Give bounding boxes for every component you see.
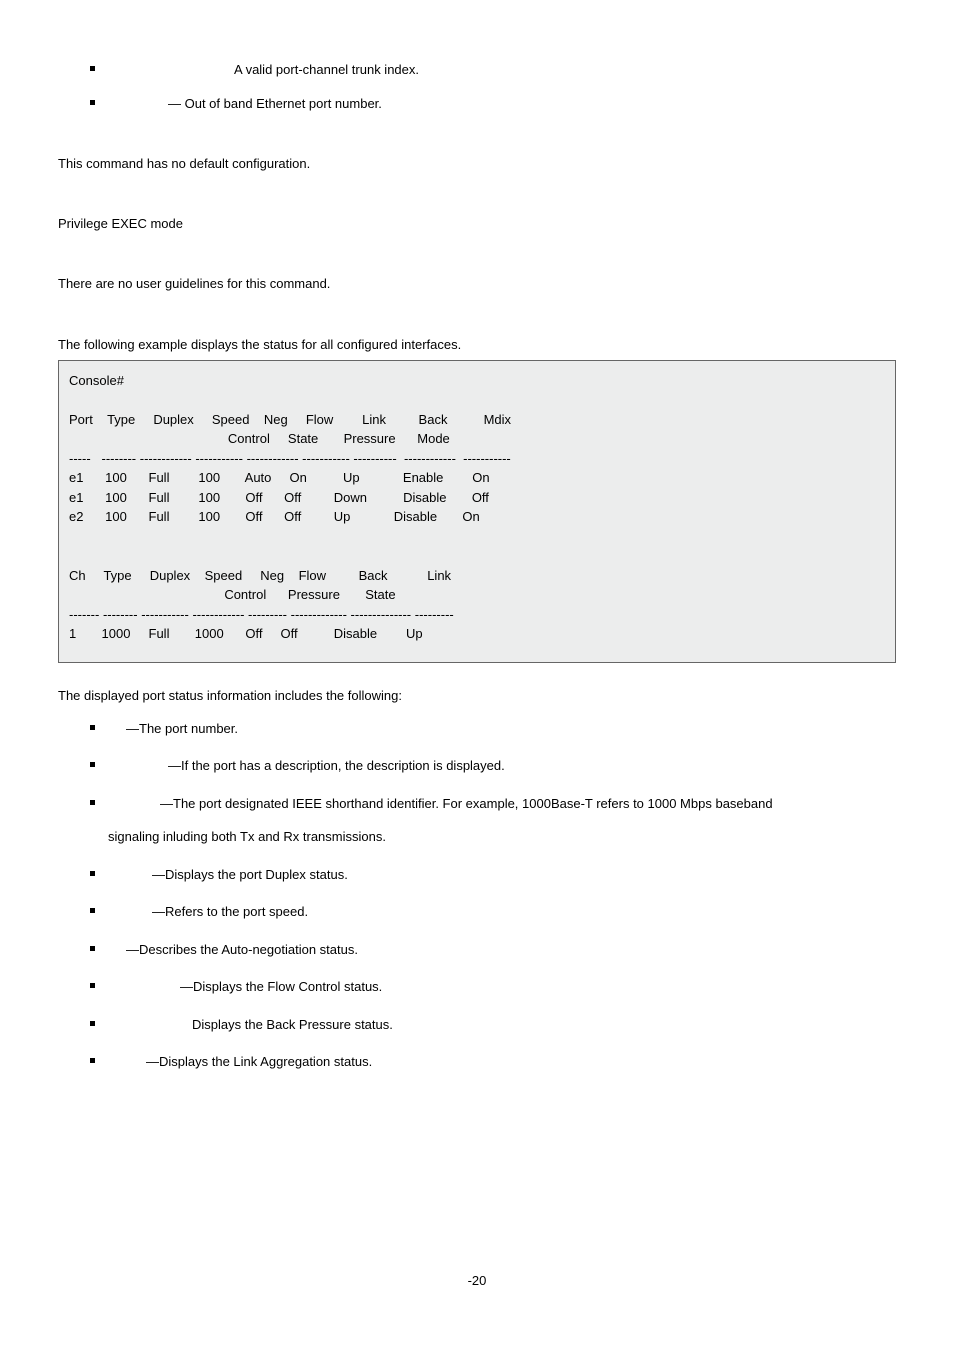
list-item-text: —Displays the Flow Control status. [108,977,896,997]
list-item-text: Displays the Back Pressure status. [108,1015,896,1035]
list-item: —Refers to the port speed. [108,902,896,922]
list-item-text: — Out of band Ethernet port number. [108,94,896,114]
list-item-text: —The port designated IEEE shorthand iden… [108,794,896,814]
default-configuration-section: This command has no default configuratio… [58,155,896,173]
list-item: Displays the Back Pressure status. [108,1015,896,1035]
list-item-text: —Displays the port Duplex status. [108,865,896,885]
list-item: —Displays the Link Aggregation status. [108,1052,896,1072]
list-item: —The port number. [108,719,896,739]
body-text: There are no user guidelines for this co… [58,275,896,293]
list-item: —The port designated IEEE shorthand iden… [108,794,896,847]
list-item-continuation: signaling inluding both Tx and Rx transm… [108,827,896,847]
page-number: -20 [58,1272,896,1290]
list-item-text: A valid port-channel trunk index. [108,60,896,80]
list-item: —Describes the Auto-negotiation status. [108,940,896,960]
list-item: —Displays the port Duplex status. [108,865,896,885]
list-item: — Out of band Ethernet port number. [108,94,896,114]
list-item-text: —The port number. [108,719,896,739]
list-item-text: —Refers to the port speed. [108,902,896,922]
list-item: A valid port-channel trunk index. [108,60,896,80]
field-descriptions-list: —The port number. —If the port has a des… [58,719,896,1072]
console-prompt: Console# [69,373,124,388]
list-item: —If the port has a description, the desc… [108,756,896,776]
example-intro: The following example displays the statu… [58,336,896,354]
list-item: —Displays the Flow Control status. [108,977,896,997]
list-item-text: —If the port has a description, the desc… [108,756,896,776]
user-guidelines-section: There are no user guidelines for this co… [58,275,896,293]
list-item-text: —Displays the Link Aggregation status. [108,1052,896,1072]
list-item-text: —Describes the Auto-negotiation status. [108,940,896,960]
body-text: Privilege EXEC mode [58,215,896,233]
console-pre: Console# Port Type Duplex Speed Neg Flow… [69,371,885,644]
body-text: This command has no default configuratio… [58,155,896,173]
console-output: Console# Port Type Duplex Speed Neg Flow… [58,360,896,663]
command-mode-section: Privilege EXEC mode [58,215,896,233]
footer-intro: The displayed port status information in… [58,687,896,705]
syntax-arguments-list: A valid port-channel trunk index. — Out … [58,60,896,113]
